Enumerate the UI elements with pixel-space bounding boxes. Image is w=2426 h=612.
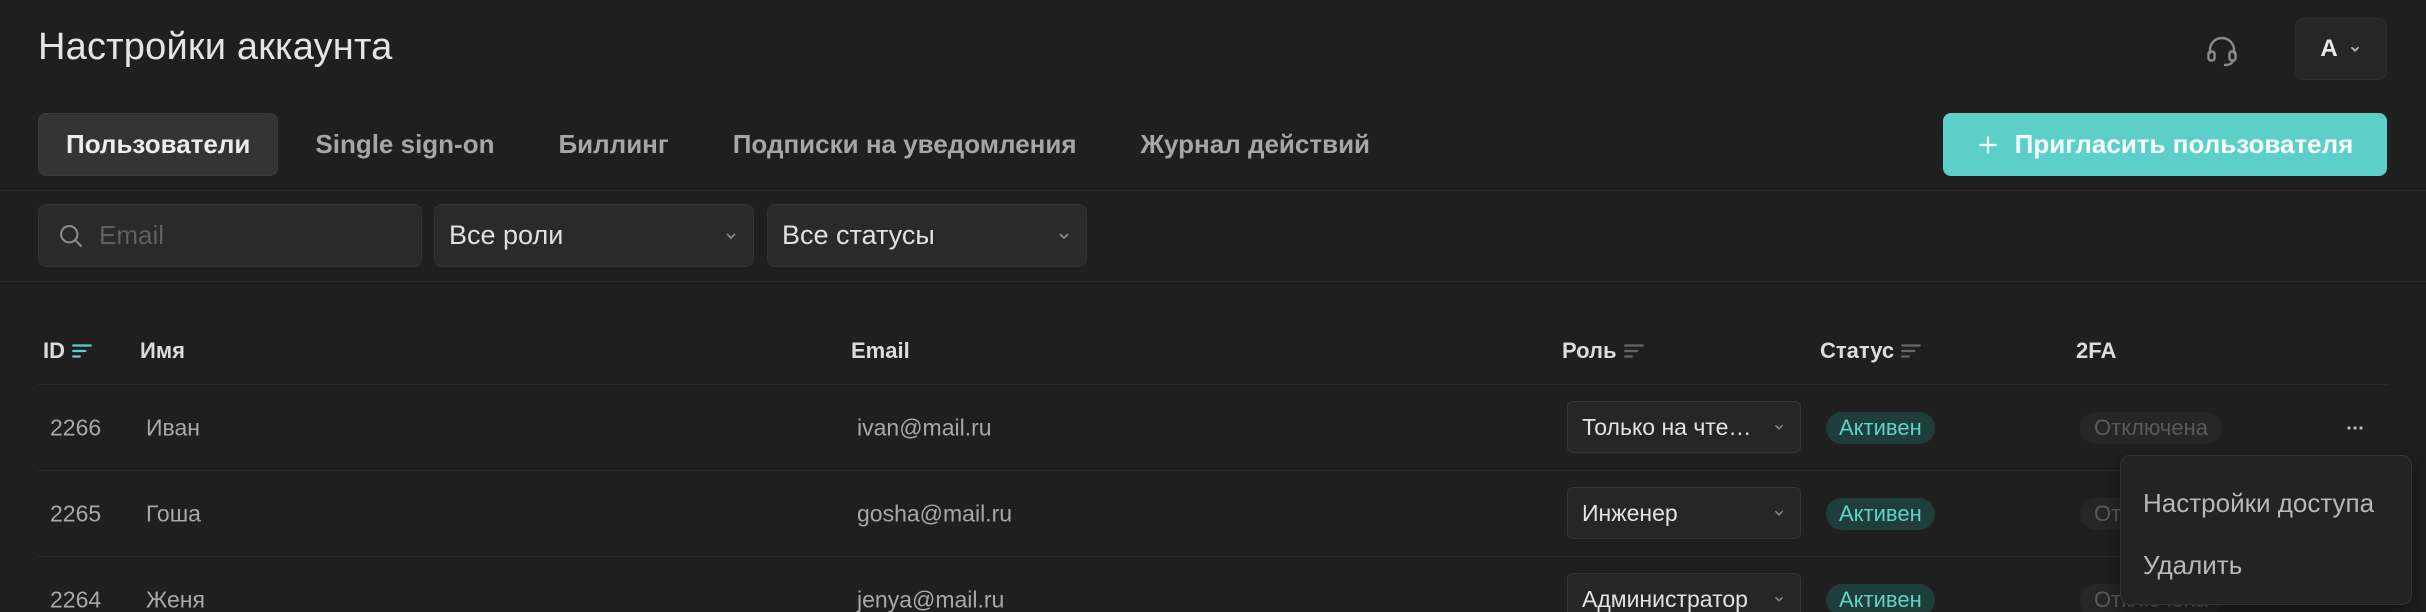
status-filter-value: Все статусы — [782, 220, 935, 250]
chevron-down-icon — [1774, 424, 1784, 430]
chevron-down-icon — [1774, 596, 1784, 602]
headset-icon — [2207, 36, 2237, 67]
row-name: Гоша — [146, 500, 201, 526]
table-row: 2265 Гоша gosha@mail.ru Инженер Активен … — [38, 470, 2388, 556]
status-badge: Активен — [1826, 584, 1935, 612]
invite-user-label: Пригласить пользователя — [2014, 129, 2354, 159]
sort-icon — [72, 344, 92, 358]
column-header-email: Email — [851, 338, 910, 364]
page-title: Настройки аккаунта — [38, 26, 393, 68]
column-header-role[interactable]: Роль — [1562, 338, 1645, 364]
column-header-2fa: 2FA — [2076, 338, 2116, 364]
tab-billing[interactable]: Биллинг — [531, 113, 695, 176]
tab-notification-subscriptions[interactable]: Подписки на уведомления — [706, 113, 1104, 176]
role-filter-select[interactable]: Все роли — [434, 204, 754, 267]
row-role-select[interactable]: Администратор — [1567, 573, 1801, 612]
row-id: 2264 — [50, 586, 102, 612]
row-role-select[interactable]: Только на чтение — [1567, 401, 1801, 453]
divider — [0, 190, 2426, 191]
chevron-down-icon — [2350, 46, 2359, 52]
invite-user-button[interactable]: Пригласить пользователя — [1943, 113, 2387, 176]
search-field[interactable] — [38, 204, 422, 267]
table-row: 2264 Женя jenya@mail.ru Администратор Ак… — [38, 556, 2388, 612]
row-role-value: Администратор — [1582, 585, 1748, 612]
tabs-nav: Пользователи Single sign-on Биллинг Подп… — [38, 113, 1407, 176]
tab-activity-log[interactable]: Журнал действий — [1114, 113, 1398, 176]
row-action-menu: Настройки доступа Удалить — [2120, 455, 2412, 605]
user-avatar-initial: А — [2320, 35, 2338, 62]
column-header-2fa-label: 2FA — [2076, 338, 2117, 363]
row-email: ivan@mail.ru — [857, 414, 992, 440]
chevron-down-icon — [1059, 232, 1069, 239]
column-header-id-label: ID — [43, 338, 65, 363]
column-header-name: Имя — [140, 338, 185, 364]
sort-icon — [1623, 344, 1644, 358]
chevron-down-icon — [726, 232, 736, 239]
column-header-name-label: Имя — [140, 338, 185, 363]
menu-item-access-settings[interactable]: Настройки доступа — [2143, 472, 2389, 534]
plus-icon — [1978, 135, 1997, 154]
row-id: 2265 — [50, 500, 102, 526]
row-role-value: Инженер — [1582, 499, 1678, 526]
sort-icon — [1901, 344, 1922, 358]
support-button[interactable] — [2196, 28, 2248, 72]
2fa-badge: Отключена — [2080, 412, 2222, 444]
tab-sso[interactable]: Single sign-on — [288, 113, 521, 176]
column-header-status-label: Статус — [1820, 338, 1895, 363]
search-input[interactable] — [99, 220, 399, 251]
column-header-id[interactable]: ID — [43, 338, 93, 364]
menu-item-delete[interactable]: Удалить — [2143, 534, 2389, 596]
more-horizontal-icon — [2347, 426, 2363, 430]
row-id: 2266 — [50, 414, 102, 440]
row-more-button[interactable] — [2340, 413, 2370, 443]
column-header-status[interactable]: Статус — [1820, 338, 1922, 364]
user-menu-button[interactable]: А — [2295, 18, 2387, 80]
column-header-email-label: Email — [851, 338, 910, 363]
role-filter-value: Все роли — [449, 220, 564, 250]
row-email: gosha@mail.ru — [857, 500, 1013, 526]
chevron-down-icon — [1774, 510, 1784, 516]
table-row: 2266 Иван ivan@mail.ru Только на чтение … — [38, 384, 2388, 470]
row-name: Женя — [146, 586, 205, 612]
search-icon — [60, 224, 83, 247]
status-badge: Активен — [1826, 498, 1935, 530]
column-header-role-label: Роль — [1562, 338, 1617, 363]
row-role-value: Только на чтение — [1582, 413, 1762, 440]
row-email: jenya@mail.ru — [857, 586, 1005, 612]
divider — [0, 281, 2426, 282]
row-role-select[interactable]: Инженер — [1567, 487, 1801, 539]
status-filter-select[interactable]: Все статусы — [767, 204, 1087, 267]
status-badge: Активен — [1826, 412, 1935, 444]
row-name: Иван — [146, 414, 200, 440]
tab-users[interactable]: Пользователи — [38, 113, 279, 176]
